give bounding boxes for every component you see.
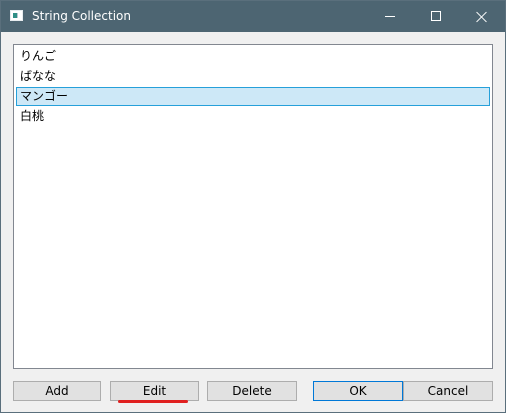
ok-button[interactable]: OK <box>313 381 403 401</box>
window-title: String Collection <box>32 9 131 23</box>
cancel-button[interactable]: Cancel <box>403 381 493 401</box>
string-collection-window: String Collection りんご ばなな マンゴー 白桃 Add Ed… <box>0 0 506 413</box>
list-item[interactable]: りんご <box>16 47 490 66</box>
maximize-button[interactable] <box>413 1 459 32</box>
delete-button[interactable]: Delete <box>207 381 297 401</box>
string-list[interactable]: りんご ばなな マンゴー 白桃 <box>13 44 493 369</box>
close-button[interactable] <box>459 1 505 32</box>
title-bar[interactable]: String Collection <box>1 1 505 32</box>
edit-button[interactable]: Edit <box>110 381 199 401</box>
window-app-icon <box>10 10 23 21</box>
add-button[interactable]: Add <box>13 381 101 401</box>
edit-highlight-underline <box>118 400 188 403</box>
list-item-selected[interactable]: マンゴー <box>16 87 490 106</box>
maximize-icon <box>431 11 441 21</box>
close-icon <box>476 11 488 23</box>
minimize-button[interactable] <box>367 1 413 32</box>
list-item[interactable]: ばなな <box>16 67 490 86</box>
minimize-icon <box>385 16 395 17</box>
list-item[interactable]: 白桃 <box>16 107 490 126</box>
